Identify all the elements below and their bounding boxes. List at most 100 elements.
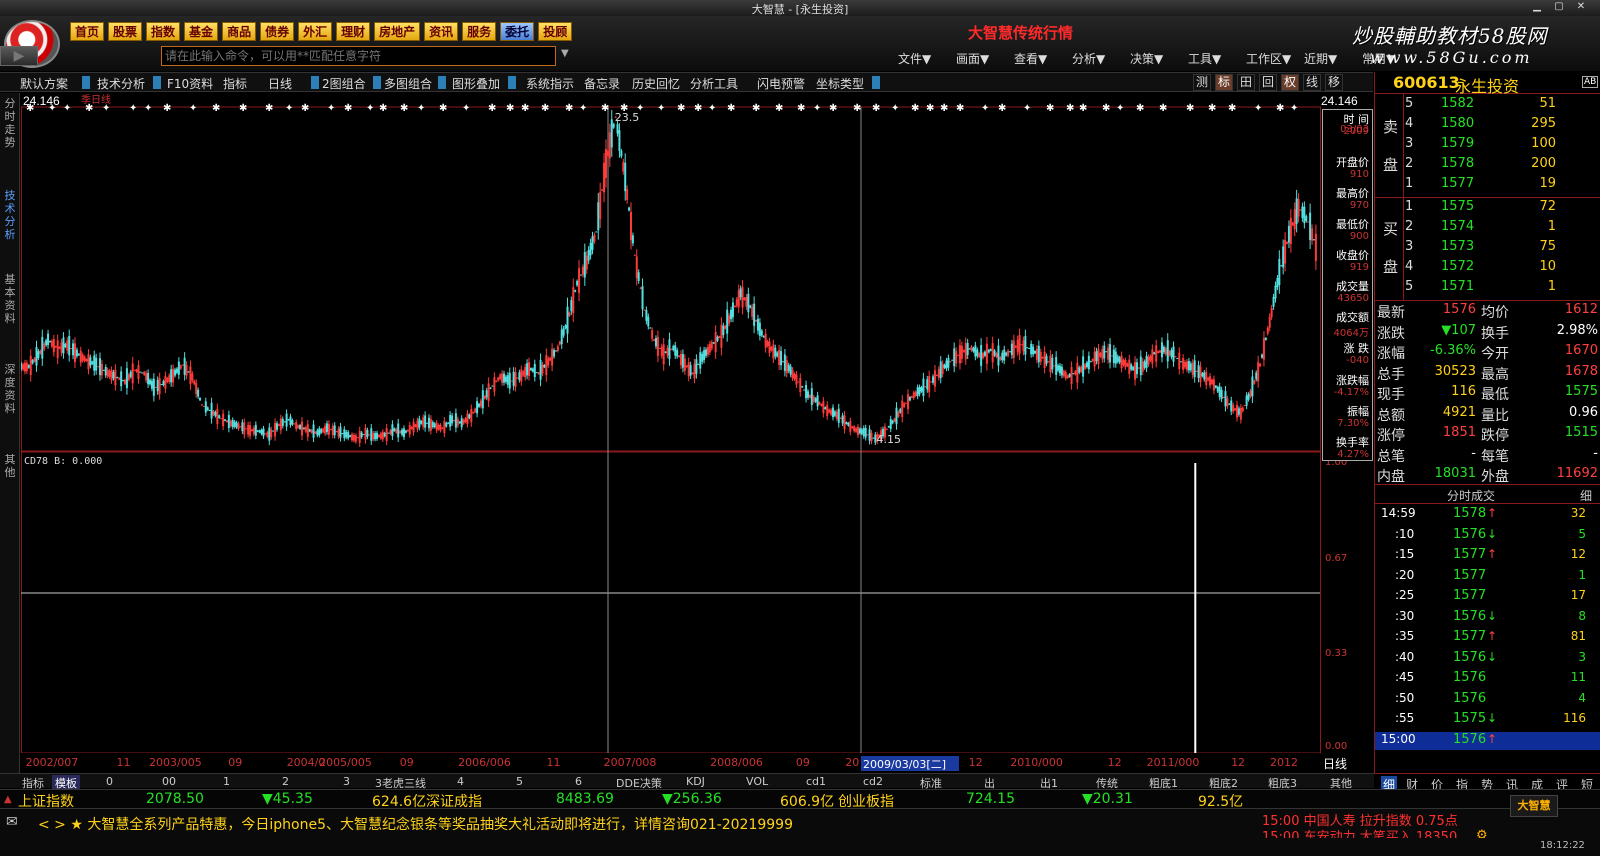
ask-price[interactable]: 1578 — [1441, 156, 1474, 171]
toolbar-item[interactable]: 指标 — [223, 75, 247, 92]
toolbar-toggle[interactable]: 田 — [1237, 74, 1255, 91]
toolbar-item[interactable]: 历史回忆 — [632, 75, 680, 92]
nav-button[interactable]: 房地产 — [374, 22, 420, 41]
ask-price[interactable]: 1580 — [1441, 116, 1474, 131]
menu-item[interactable]: 工具▼ — [1188, 50, 1246, 67]
ab-badge[interactable]: AB — [1582, 76, 1598, 88]
candle-body — [969, 348, 971, 349]
toolbar-toggle[interactable]: 移 — [1325, 74, 1343, 91]
menu-item[interactable]: 画面▼ — [956, 50, 1014, 67]
chevron-down-icon[interactable]: ▼ — [561, 48, 569, 59]
indicator-tab[interactable]: cd2 — [863, 775, 883, 788]
indicator-tab[interactable]: VOL — [746, 775, 768, 788]
date-label: 2005/005 — [319, 756, 372, 769]
indicator-tab[interactable]: 2 — [282, 775, 289, 788]
toolbar-item[interactable]: 默认方案 — [20, 75, 68, 92]
bid-price[interactable]: 1574 — [1441, 219, 1474, 234]
candle-body — [153, 379, 155, 396]
ticker-message[interactable]: < > ★ 大智慧全系列产品特惠，今日iphone5、大智慧纪念银条等奖品抽奖大… — [38, 814, 793, 834]
command-input[interactable] — [161, 46, 556, 66]
nav-button[interactable]: 商品 — [222, 22, 256, 41]
indicator-tab[interactable]: 6 — [575, 775, 582, 788]
nav-button[interactable]: 股票 — [108, 22, 142, 41]
quote-key: 涨幅 — [1377, 343, 1405, 363]
toolbar-item[interactable]: 技术分析 — [97, 75, 145, 92]
toolbar-item[interactable]: 分析工具 — [690, 75, 738, 92]
up-arrow-icon[interactable]: ▲ — [4, 794, 12, 805]
left-tab[interactable]: 技术分析 — [2, 189, 18, 241]
left-tab[interactable]: 其他 — [2, 453, 18, 479]
toolbar-toggle[interactable]: 标 — [1215, 74, 1233, 91]
forward-button[interactable]: ▶ — [0, 46, 38, 66]
toolbar-item[interactable]: 闪电预警 — [757, 75, 805, 92]
indicator-tab[interactable]: KDJ — [686, 775, 705, 788]
toolbar-toggle[interactable]: 测 — [1193, 74, 1211, 91]
indicator-tab[interactable]: cd1 — [806, 775, 826, 788]
close-icon[interactable]: ✕ — [1572, 1, 1590, 14]
ticks-detail-tab[interactable]: 细 — [1580, 487, 1592, 504]
bid-price[interactable]: 1573 — [1441, 239, 1474, 254]
toolbar-toggle[interactable]: 权 — [1281, 74, 1299, 91]
dropdown-arrow-icon[interactable] — [153, 76, 161, 89]
minimize-icon[interactable]: ▁ — [1528, 1, 1546, 14]
ask-price[interactable]: 1579 — [1441, 136, 1474, 151]
dropdown-arrow-icon[interactable] — [508, 76, 516, 89]
left-tab[interactable]: 深度资料 — [2, 363, 18, 415]
toolbar-item[interactable]: 多图组合 — [384, 75, 432, 92]
event-marker-icon: ✱ — [301, 103, 309, 114]
brand-logo[interactable]: 大智慧 — [1510, 795, 1558, 817]
toolbar-item[interactable]: 备忘录 — [584, 75, 620, 92]
ask-price[interactable]: 1582 — [1441, 96, 1474, 111]
candle-body — [915, 392, 917, 396]
indicator-tab[interactable]: 0 — [106, 775, 113, 788]
menu-item[interactable]: 决策▼ — [1130, 50, 1188, 67]
nav-button[interactable]: 首页 — [70, 22, 104, 41]
candle-body — [1305, 216, 1307, 221]
nav-button[interactable]: 理财 — [336, 22, 370, 41]
indicator-tab[interactable]: 4 — [457, 775, 464, 788]
left-tab[interactable]: 基本资料 — [2, 273, 18, 325]
nav-button[interactable]: 外汇 — [298, 22, 332, 41]
candle-body — [990, 349, 992, 351]
nav-button[interactable]: 投顾 — [538, 22, 572, 41]
candle-body — [189, 366, 191, 384]
menu-item[interactable]: 查看▼ — [1014, 50, 1072, 67]
menu-item[interactable]: 分析▼ — [1072, 50, 1130, 67]
toolbar-item[interactable]: 图形叠加 — [452, 75, 500, 92]
bid-price[interactable]: 1575 — [1441, 199, 1474, 214]
toolbar-item[interactable]: 坐标类型 — [816, 75, 864, 92]
dropdown-arrow-icon[interactable] — [872, 76, 880, 89]
nav-button[interactable]: 委托 — [500, 22, 534, 41]
indicator-tab[interactable]: 5 — [516, 775, 523, 788]
toolbar-toggle[interactable]: 回 — [1259, 74, 1277, 91]
toolbar-item[interactable]: 2图组合 — [322, 75, 366, 92]
nav-button[interactable]: 债券 — [260, 22, 294, 41]
toolbar-toggle[interactable]: 线 — [1303, 74, 1321, 91]
dropdown-arrow-icon[interactable] — [438, 76, 446, 89]
indicator-tab[interactable]: 1 — [223, 775, 230, 788]
indicator-tab[interactable]: 00 — [162, 775, 176, 788]
nav-button[interactable]: 基金 — [184, 22, 218, 41]
menu-item[interactable]: 工作区▼ — [1246, 50, 1304, 67]
maximize-icon[interactable]: ▢ — [1550, 1, 1568, 14]
menu-item[interactable]: 文件▼ — [898, 50, 956, 67]
nav-button[interactable]: 资讯 — [424, 22, 458, 41]
left-tab[interactable]: 分时走势 — [2, 97, 18, 149]
tick-volume: 5 — [1578, 527, 1586, 541]
indicator-tab[interactable]: 3 — [343, 775, 350, 788]
dropdown-arrow-icon[interactable] — [311, 76, 319, 89]
ask-price[interactable]: 1577 — [1441, 176, 1474, 191]
menu-item[interactable]: 近期▼ — [1304, 50, 1362, 67]
candle-body — [386, 428, 388, 441]
toolbar-item[interactable]: 日线 — [268, 75, 292, 92]
mail-icon[interactable]: ✉ — [6, 814, 18, 830]
bid-price[interactable]: 1571 — [1441, 279, 1474, 294]
nav-button[interactable]: 服务 — [462, 22, 496, 41]
kline-chart[interactable]: 24.14624.146季日线✱✦✦✱✦✦✦✱✦✱✱✱✦✱✦✱✦✱✱✦✱✦✱✱✱… — [21, 93, 1373, 773]
bid-price[interactable]: 1572 — [1441, 259, 1474, 274]
dropdown-arrow-icon[interactable] — [82, 76, 90, 89]
nav-button[interactable]: 指数 — [146, 22, 180, 41]
toolbar-item[interactable]: 系统指示 — [526, 75, 574, 92]
toolbar-item[interactable]: F10资料 — [167, 75, 213, 92]
dropdown-arrow-icon[interactable] — [373, 76, 381, 89]
